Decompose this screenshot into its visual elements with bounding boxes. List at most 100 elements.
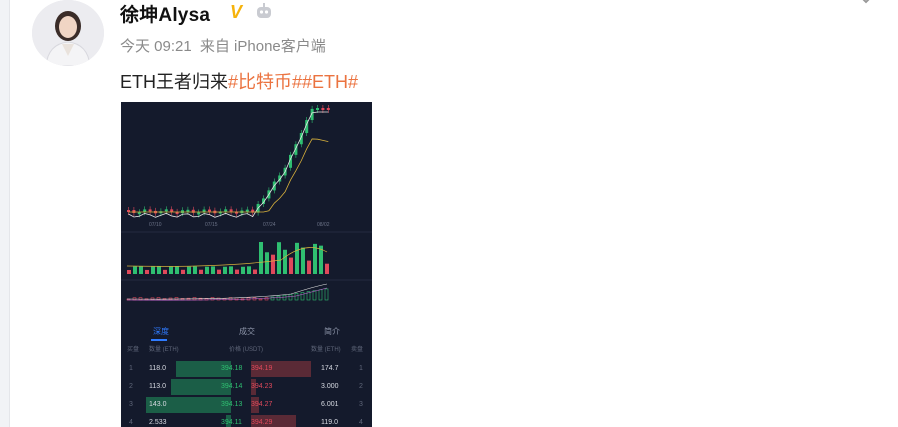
- col-bid-qty: 数量 (ETH): [149, 347, 179, 353]
- post-meta: 今天 09:21 来自 iPhone客户端: [120, 35, 330, 56]
- row-index: 4: [129, 419, 133, 426]
- volume-bar: [187, 266, 191, 274]
- tab-intro[interactable]: 简介: [324, 326, 340, 337]
- volume-bar: [199, 269, 203, 274]
- ask-qty: 174.7: [321, 365, 339, 372]
- candle-body: [132, 210, 136, 213]
- ask-qty: 3.000: [321, 383, 339, 390]
- post-source: 来自 iPhone客户端: [199, 38, 326, 55]
- volume-bar: [295, 242, 299, 274]
- row-index: 2: [129, 383, 133, 390]
- candle-body: [321, 108, 325, 110]
- ma-line-yellow: [128, 138, 329, 213]
- row-index: 3: [129, 401, 133, 408]
- row-index: 3: [359, 401, 363, 408]
- ma-line-white: [128, 111, 329, 218]
- volume-bar: [163, 269, 167, 274]
- macd-bar: [318, 289, 323, 301]
- candle-body: [224, 209, 228, 212]
- volume-bar: [253, 269, 257, 274]
- orderbook-row[interactable]: 1 118.0 394.18 394.19 174.7 1: [121, 360, 372, 378]
- orderbook-tabs: 深度 成交 简介: [121, 322, 372, 342]
- ask-price: 394.23: [251, 383, 273, 390]
- macd-bar: [282, 294, 287, 301]
- weibo-post-card: 徐坤Alysa V 今天 09:21 来自 iPhone客户端 ETH王者归来#…: [10, 0, 898, 427]
- ask-price: 394.29: [251, 419, 273, 426]
- author-avatar[interactable]: [32, 0, 104, 66]
- macd-bar: [312, 290, 317, 301]
- kline-chart: 07/10 07/15 07/24 08/02: [121, 105, 372, 301]
- volume-bar: [265, 252, 269, 274]
- volume-bar: [301, 247, 305, 274]
- macd-bar: [156, 297, 161, 301]
- row-index: 2: [359, 383, 363, 390]
- candle-body: [148, 209, 152, 212]
- page-left-gutter: [0, 0, 10, 427]
- volume-bar: [133, 266, 137, 274]
- date-tick-label: 08/02: [317, 222, 330, 228]
- volume-bar: [313, 243, 317, 274]
- topic-tag-bitcoin[interactable]: #比特币#: [228, 72, 302, 92]
- candle-body: [170, 209, 174, 212]
- volume-bar: [157, 266, 161, 274]
- bid-qty: 143.0: [149, 401, 167, 408]
- candle-body: [197, 212, 201, 215]
- orderbook-header: 买盘 数量 (ETH) 价格 (USDT) 数量 (ETH) 卖盘: [121, 344, 372, 356]
- bid-qty: 2.533: [149, 419, 167, 426]
- topic-tag-eth[interactable]: #ETH#: [302, 72, 358, 92]
- bid-price: 394.11: [221, 419, 242, 426]
- post-text: ETH王者归来#比特币##ETH#: [120, 68, 358, 94]
- post-body: ETH王者归来: [120, 72, 228, 92]
- volume-bar: [145, 269, 149, 274]
- candle-body: [326, 108, 330, 110]
- author-name[interactable]: 徐坤Alysa: [120, 0, 210, 27]
- macd-bar: [300, 292, 305, 301]
- macd-bar: [270, 296, 275, 301]
- volume-bar: [211, 266, 215, 274]
- candle-body: [229, 209, 233, 212]
- tab-depth[interactable]: 深度: [153, 326, 169, 337]
- ask-price: 394.27: [251, 401, 273, 408]
- orderbook-row[interactable]: 4 2.533 394.11 394.29 119.0 4: [121, 414, 372, 427]
- volume-bar: [241, 266, 245, 274]
- candle-body: [137, 212, 141, 215]
- volume-bar: [217, 269, 221, 274]
- volume-bar: [175, 266, 179, 274]
- volume-bar: [127, 270, 131, 274]
- candle-body: [208, 209, 211, 212]
- verified-v-icon: V: [230, 2, 243, 22]
- date-tick-label: 07/24: [263, 222, 276, 228]
- macd-bar: [174, 297, 179, 301]
- volume-bar: [247, 266, 251, 274]
- ask-qty: 119.0: [321, 419, 338, 426]
- bid-price: 394.18: [221, 365, 243, 372]
- col-price: 价格 (USDT): [229, 347, 263, 353]
- volume-bar: [277, 242, 281, 274]
- volume-bar: [205, 266, 209, 274]
- chevron-down-icon[interactable]: [858, 0, 874, 4]
- volume-bar: [193, 266, 197, 274]
- orderbook-row[interactable]: 3 143.0 394.13 394.27 6.001 3: [121, 396, 372, 414]
- col-ask-qty: 数量 (ETH): [311, 347, 341, 353]
- bid-qty: 113.0: [149, 383, 166, 390]
- col-bid-side: 买盘: [127, 347, 140, 353]
- volume-bar: [307, 260, 311, 274]
- volume-bar: [139, 266, 143, 274]
- post-image-trading-screenshot[interactable]: 07/10 07/15 07/24 08/02 深度 成交 简介 买盘 数量 (ETH…: [121, 102, 372, 427]
- macd-bar: [288, 294, 293, 301]
- macd-bar: [324, 288, 329, 301]
- candle-body: [316, 108, 319, 110]
- macd-line: [126, 283, 328, 300]
- date-tick-label: 07/15: [205, 222, 218, 228]
- post-time[interactable]: 今天 09:21: [120, 38, 192, 55]
- candle-body: [164, 209, 168, 212]
- volume-bar: [229, 266, 233, 274]
- macd-bar: [294, 293, 299, 301]
- active-tab-indicator: [151, 339, 167, 341]
- row-index: 1: [129, 365, 133, 372]
- orderbook-row[interactable]: 2 113.0 394.14 394.23 3.000 2: [121, 378, 372, 396]
- volume-bar: [325, 263, 329, 274]
- candle-body: [245, 209, 249, 212]
- macd-bar: [258, 298, 263, 301]
- tab-trades[interactable]: 成交: [239, 326, 255, 337]
